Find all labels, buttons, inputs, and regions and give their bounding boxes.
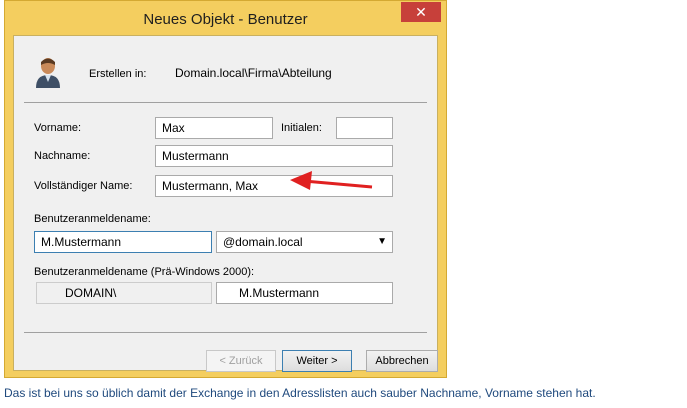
dialog-title: Neues Objekt - Benutzer — [143, 11, 308, 28]
last-name-label: Nachname: — [34, 150, 91, 162]
initials-input[interactable] — [336, 117, 393, 139]
initials-label: Initialen: — [281, 122, 322, 134]
dialog-content: Erstellen in: Domain.local\Firma\Abteilu… — [13, 35, 438, 372]
logon-name-input[interactable]: M.Mustermann — [34, 231, 212, 253]
logon-name-label: Benutzeranmeldename: — [34, 213, 151, 225]
pre2000-name-input[interactable]: M.Mustermann — [216, 282, 393, 304]
user-icon — [34, 56, 62, 88]
close-button[interactable]: ✕ — [401, 2, 441, 22]
separator-top — [24, 102, 427, 103]
first-name-label: Vorname: — [34, 122, 82, 134]
chevron-down-icon: ▼ — [377, 236, 387, 247]
pre2000-domain-text: DOMAIN\ — [65, 286, 117, 300]
pre2000-domain: DOMAIN\ — [36, 282, 212, 304]
last-name-input[interactable]: Mustermann — [155, 145, 393, 167]
domain-suffix-select[interactable]: @domain.local ▼ — [216, 231, 393, 253]
back-button[interactable]: < Zurück — [206, 350, 276, 372]
first-name-input[interactable]: Max — [155, 117, 273, 139]
domain-suffix-value: @domain.local — [223, 235, 303, 249]
next-button[interactable]: Weiter > — [282, 350, 352, 372]
title-bar: Neues Objekt - Benutzer ✕ — [5, 1, 446, 37]
full-name-label: Vollständiger Name: — [34, 180, 133, 192]
pre2000-label: Benutzeranmeldename (Prä-Windows 2000): — [34, 266, 255, 278]
create-in-label: Erstellen in: — [89, 68, 147, 80]
page-caption: Das ist bei uns so üblich damit der Exch… — [4, 386, 596, 400]
cancel-button[interactable]: Abbrechen — [366, 350, 438, 372]
annotation-arrow-icon — [290, 171, 373, 190]
create-in-path: Domain.local\Firma\Abteilung — [175, 66, 332, 80]
separator-bottom — [24, 332, 427, 333]
